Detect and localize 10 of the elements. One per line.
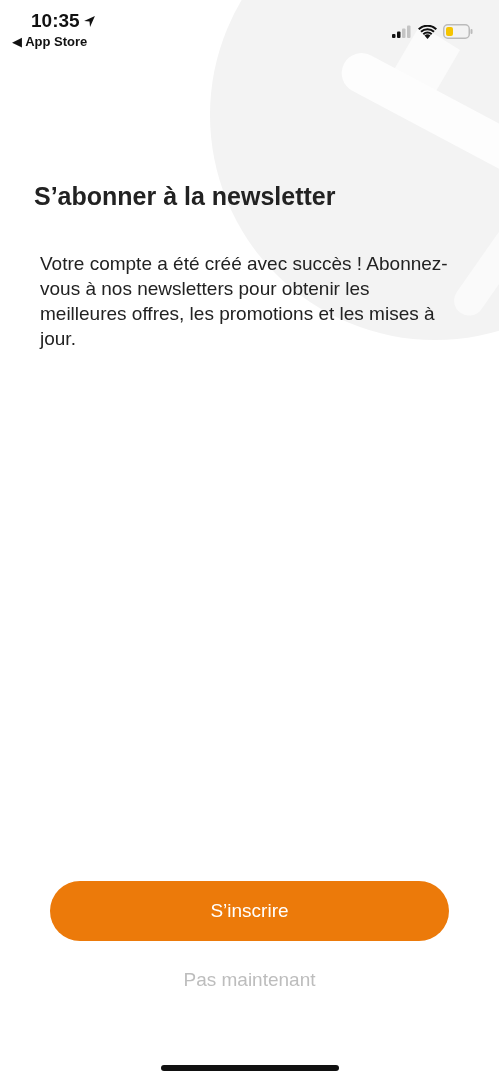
not-now-link[interactable]: Pas maintenant: [183, 969, 316, 991]
signal-icon: [392, 25, 412, 38]
wifi-icon: [418, 24, 437, 39]
location-arrow-icon: [82, 14, 96, 28]
status-time: 10:35: [31, 10, 80, 32]
battery-icon: [443, 24, 473, 39]
message-text: Votre compte a été créé avec succès ! Abonnez-vous à nos newsletters pour obtenir les meilleures offres, les promotions et les mises à jour.: [40, 252, 449, 351]
back-to-app-link[interactable]: ◀ App Store: [12, 34, 96, 49]
page-title: S’abonner à la newsletter: [34, 182, 337, 211]
subscribe-button[interactable]: S’inscrire: [50, 881, 449, 941]
